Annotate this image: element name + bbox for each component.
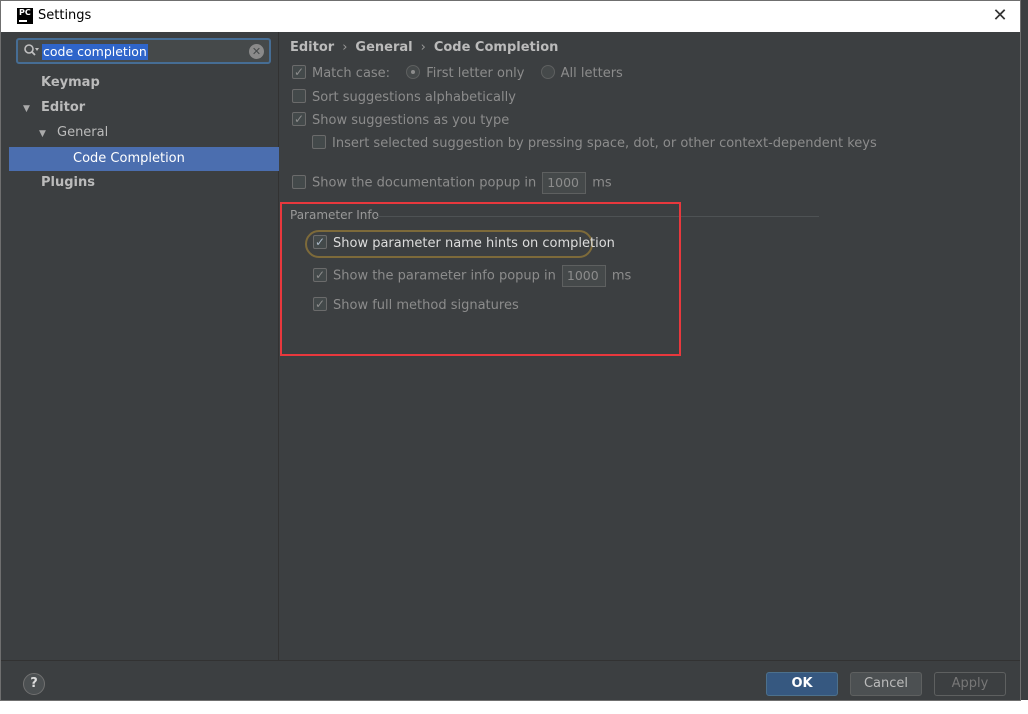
window-title: Settings	[38, 8, 92, 23]
search-query-text[interactable]: code completion	[42, 44, 148, 60]
show-as-type-label: Show suggestions as you type	[312, 113, 510, 128]
insert-selected-label: Insert selected suggestion by pressing s…	[332, 136, 877, 151]
breadcrumb-separator-icon: ›	[342, 40, 348, 55]
close-button[interactable]: ✕	[986, 3, 1014, 29]
param-hints-label: Show parameter name hints on completion	[333, 236, 615, 251]
expand-arrow-icon[interactable]: ▼	[23, 97, 33, 121]
match-case-label: Match case:	[312, 66, 391, 81]
show-as-type-checkbox[interactable]	[292, 109, 306, 129]
settings-search-input[interactable]: code completion ✕	[16, 38, 271, 64]
first-letter-label: First letter only	[426, 66, 525, 81]
param-hints-checkbox[interactable]	[313, 232, 327, 252]
insert-selected-row: Insert selected suggestion by pressing s…	[312, 134, 877, 154]
doc-popup-checkbox[interactable]	[292, 174, 306, 189]
full-signatures-label: Show full method signatures	[333, 298, 519, 313]
doc-popup-delay-input[interactable]: 1000	[542, 172, 587, 194]
background-app-bottom	[0, 700, 1028, 714]
param-info-delay-input[interactable]: 1000	[561, 265, 606, 287]
background-app-strip	[1020, 0, 1028, 714]
param-info-popup-row: Show the parameter info popup in 1000 ms	[313, 265, 632, 287]
first-letter-radio[interactable]	[406, 65, 421, 79]
full-signatures-row: Show full method signatures	[313, 294, 519, 316]
help-button[interactable]: ?	[23, 673, 45, 695]
param-info-popup-label: Show the parameter info popup in	[333, 268, 556, 284]
tree-item-editor-label: Editor	[41, 100, 86, 115]
dialog-footer: ? OK Cancel Apply	[1, 660, 1020, 700]
search-icon	[24, 44, 39, 56]
tree-item-code-completion[interactable]: Code Completion	[73, 147, 185, 171]
all-letters-label: All letters	[560, 66, 623, 81]
cancel-button[interactable]: Cancel	[850, 672, 922, 696]
apply-button[interactable]: Apply	[934, 672, 1006, 696]
doc-popup-ms-label: ms	[592, 175, 612, 191]
insert-selected-checkbox[interactable]	[312, 135, 326, 149]
tree-item-general[interactable]: ▼ General	[39, 121, 108, 145]
breadcrumb: Editor › General › Code Completion	[290, 40, 558, 55]
doc-popup-label: Show the documentation popup in	[312, 175, 537, 191]
settings-sidebar: code completion ✕ Keymap ▼ Editor ▼ Genera…	[1, 32, 279, 660]
param-info-ms-label: ms	[611, 268, 632, 284]
doc-popup-row: Show the documentation popup in 1000 ms	[292, 172, 612, 194]
settings-content: Editor › General › Code Completion Match cas…	[280, 32, 1020, 660]
tree-item-keymap[interactable]: Keymap	[41, 71, 100, 95]
param-hints-row: Show parameter name hints on completion	[313, 232, 615, 254]
breadcrumb-code-completion: Code Completion	[433, 40, 559, 55]
title-bar: PC Settings ✕	[1, 1, 1020, 32]
sort-alpha-label: Sort suggestions alphabetically	[312, 90, 516, 105]
breadcrumb-separator-icon: ›	[420, 40, 426, 55]
expand-arrow-icon[interactable]: ▼	[39, 122, 49, 146]
clear-search-icon[interactable]: ✕	[249, 44, 264, 59]
ok-button[interactable]: OK	[766, 672, 838, 696]
sort-alpha-checkbox[interactable]	[292, 89, 306, 103]
tree-item-plugins[interactable]: Plugins	[41, 171, 95, 195]
match-case-row: Match case: First letter only All letter…	[292, 62, 623, 84]
breadcrumb-editor: Editor	[290, 40, 335, 55]
match-case-checkbox[interactable]	[292, 62, 306, 82]
all-letters-radio[interactable]	[540, 65, 555, 79]
show-as-type-row: Show suggestions as you type	[292, 109, 510, 131]
settings-dialog: PC Settings ✕ code completion ✕ Keymap ▼…	[0, 0, 1021, 701]
tree-item-editor[interactable]: ▼ Editor	[23, 96, 85, 120]
full-signatures-checkbox[interactable]	[313, 294, 327, 314]
sort-alpha-row: Sort suggestions alphabetically	[292, 88, 516, 108]
param-info-popup-checkbox[interactable]	[313, 265, 327, 285]
breadcrumb-general: General	[355, 40, 413, 55]
pycharm-logo-icon: PC	[17, 8, 33, 24]
tree-item-general-label: General	[57, 125, 109, 140]
